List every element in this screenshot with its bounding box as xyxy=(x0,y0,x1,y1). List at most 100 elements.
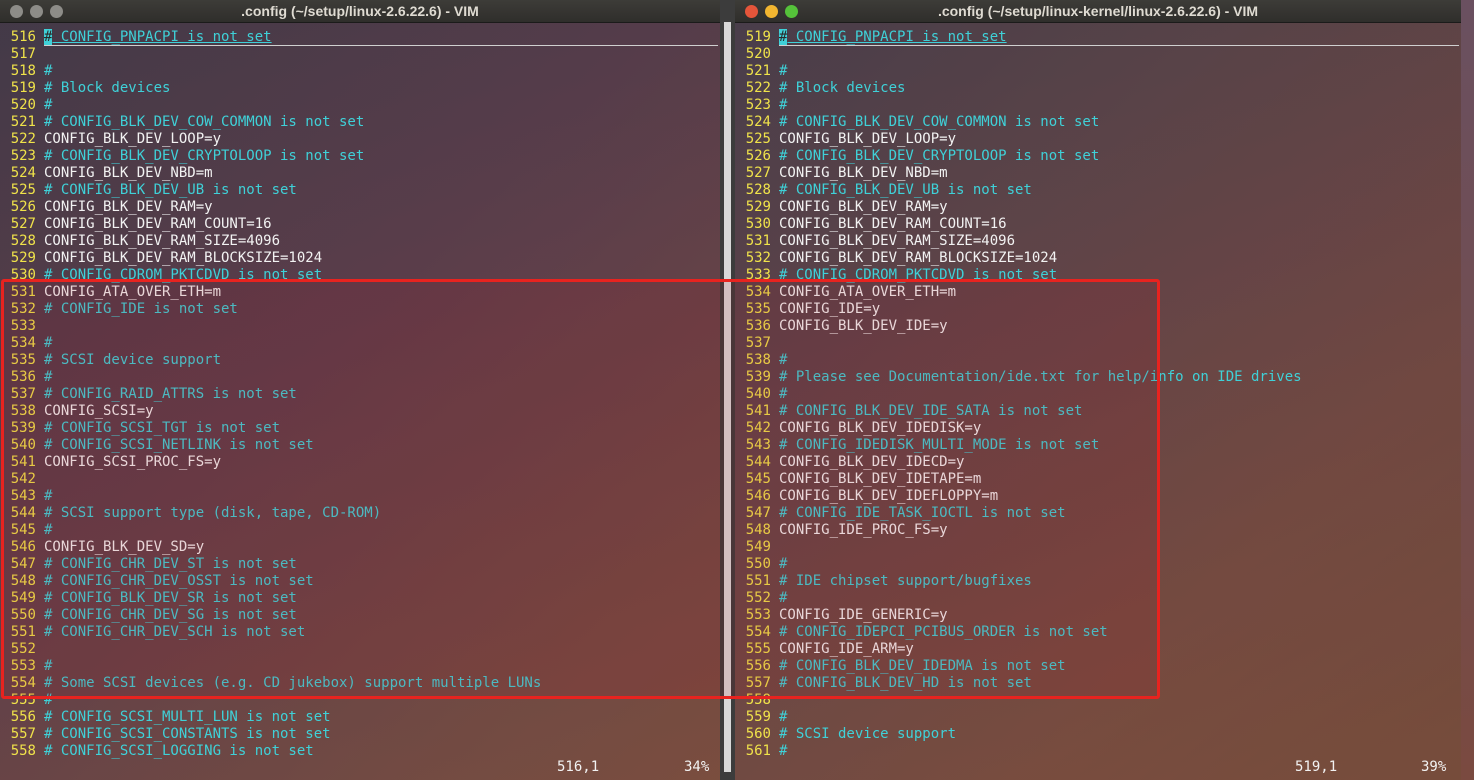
code-line[interactable]: 524 CONFIG_BLK_DEV_NBD=m xyxy=(0,165,720,182)
current-line[interactable]: 519 # CONFIG_PNPACPI is not set xyxy=(735,29,1461,46)
config-text: CONFIG_BLK_DEV_RAM_BLOCKSIZE=1024 xyxy=(779,250,1058,266)
comment-text: # CONFIG_BLK_DEV_UB is not set xyxy=(44,182,297,198)
minimize-button[interactable] xyxy=(765,5,778,18)
code-line[interactable]: 520 # xyxy=(0,97,720,114)
desktop-edge xyxy=(1461,0,1474,780)
code-line[interactable]: 560 # SCSI device support xyxy=(735,726,1461,743)
code-line[interactable]: 521 # CONFIG_BLK_DEV_COW_COMMON is not se… xyxy=(0,114,720,131)
code-line[interactable]: 523 # xyxy=(735,97,1461,114)
config-text: CONFIG_BLK_DEV_NBD=m xyxy=(44,165,213,181)
config-text: CONFIG_BLK_DEV_RAM_COUNT=16 xyxy=(779,216,1007,232)
line-number: 560 xyxy=(745,726,771,742)
comment-text: # CONFIG_SCSI_MULTI_LUN is not set xyxy=(44,709,331,725)
line-number: 519 xyxy=(745,29,771,45)
comment-text: # xyxy=(44,97,53,113)
line-number: 528 xyxy=(745,182,771,198)
code-line[interactable]: 559 # xyxy=(735,709,1461,726)
line-number: 518 xyxy=(10,63,36,79)
comment-text: CONFIG_PNPACPI is not set xyxy=(52,29,272,45)
config-text: CONFIG_BLK_DEV_RAM=y xyxy=(44,199,213,215)
config-text: CONFIG_BLK_DEV_RAM_SIZE=4096 xyxy=(779,233,1016,249)
code-line[interactable]: 519 # Block devices xyxy=(0,80,720,97)
line-number: 525 xyxy=(10,182,36,198)
line-number: 524 xyxy=(745,114,771,130)
code-line[interactable]: 528 # CONFIG_BLK_DEV_UB is not set xyxy=(735,182,1461,199)
code-line[interactable]: 558 # CONFIG_SCSI_LOGGING is not set xyxy=(0,743,720,760)
window-controls-right xyxy=(745,5,798,18)
line-number: 516 xyxy=(10,29,36,45)
line-number: 529 xyxy=(10,250,36,266)
scroll-percent: 39% xyxy=(1421,759,1447,775)
code-line[interactable]: 529 CONFIG_BLK_DEV_RAM=y xyxy=(735,199,1461,216)
title-bar-left[interactable]: .config (~/setup/linux-2.6.22.6) - VIM xyxy=(0,0,720,23)
line-number: 532 xyxy=(745,250,771,266)
code-line[interactable]: 561 # xyxy=(735,743,1461,760)
code-line[interactable]: 531 CONFIG_BLK_DEV_RAM_SIZE=4096 xyxy=(735,233,1461,250)
close-button[interactable] xyxy=(745,5,758,18)
line-number: 561 xyxy=(745,743,771,759)
window-title: .config (~/setup/linux-2.6.22.6) - VIM xyxy=(241,3,479,19)
code-line[interactable]: 557 # CONFIG_SCSI_CONSTANTS is not set xyxy=(0,726,720,743)
code-line[interactable]: 527 CONFIG_BLK_DEV_NBD=m xyxy=(735,165,1461,182)
comment-text: # CONFIG_SCSI_LOGGING is not set xyxy=(44,743,314,759)
config-text: CONFIG_BLK_DEV_RAM_SIZE=4096 xyxy=(44,233,281,249)
line-number: 524 xyxy=(10,165,36,181)
line-number: 522 xyxy=(10,131,36,147)
current-line[interactable]: 516 # CONFIG_PNPACPI is not set xyxy=(0,29,720,46)
code-line[interactable]: 528 CONFIG_BLK_DEV_RAM_SIZE=4096 xyxy=(0,233,720,250)
code-line[interactable]: 521 # xyxy=(735,63,1461,80)
code-line[interactable]: 532 CONFIG_BLK_DEV_RAM_BLOCKSIZE=1024 xyxy=(735,250,1461,267)
annotation-highlight-box xyxy=(1,279,1160,699)
maximize-button[interactable] xyxy=(50,5,63,18)
config-text: CONFIG_BLK_DEV_LOOP=y xyxy=(779,131,957,147)
line-number: 529 xyxy=(745,199,771,215)
line-number: 527 xyxy=(10,216,36,232)
line-number: 558 xyxy=(10,743,36,759)
config-text: CONFIG_BLK_DEV_RAM_COUNT=16 xyxy=(44,216,272,232)
line-number: 557 xyxy=(10,726,36,742)
code-line[interactable]: 523 # CONFIG_BLK_DEV_CRYPTOLOOP is not se… xyxy=(0,148,720,165)
code-line[interactable]: 527 CONFIG_BLK_DEV_RAM_COUNT=16 xyxy=(0,216,720,233)
code-line[interactable]: 525 # CONFIG_BLK_DEV_UB is not set xyxy=(0,182,720,199)
code-line[interactable]: 518 # xyxy=(0,63,720,80)
line-number: 525 xyxy=(745,131,771,147)
line-number: 527 xyxy=(745,165,771,181)
close-button[interactable] xyxy=(10,5,23,18)
line-number: 520 xyxy=(10,97,36,113)
title-bar-right[interactable]: .config (~/setup/linux-kernel/linux-2.6.… xyxy=(735,0,1461,23)
code-line[interactable]: 525 CONFIG_BLK_DEV_LOOP=y xyxy=(735,131,1461,148)
line-number: 531 xyxy=(745,233,771,249)
code-line[interactable]: 526 CONFIG_BLK_DEV_RAM=y xyxy=(0,199,720,216)
line-number: 522 xyxy=(745,80,771,96)
code-line[interactable]: 522 # Block devices xyxy=(735,80,1461,97)
line-number: 526 xyxy=(10,199,36,215)
line-number: 523 xyxy=(10,148,36,164)
window-title: .config (~/setup/linux-kernel/linux-2.6.… xyxy=(937,3,1259,19)
line-number: 520 xyxy=(745,46,771,62)
comment-text: # xyxy=(44,63,53,79)
maximize-button[interactable] xyxy=(785,5,798,18)
minimize-button[interactable] xyxy=(30,5,43,18)
line-number: 528 xyxy=(10,233,36,249)
code-line[interactable]: 530 CONFIG_BLK_DEV_RAM_COUNT=16 xyxy=(735,216,1461,233)
comment-text: # CONFIG_BLK_DEV_CRYPTOLOOP is not set xyxy=(779,148,1100,164)
comment-text: # xyxy=(779,97,788,113)
code-line[interactable]: 556 # CONFIG_SCSI_MULTI_LUN is not set xyxy=(0,709,720,726)
comment-text: # Block devices xyxy=(779,80,906,96)
comment-text: # CONFIG_BLK_DEV_COW_COMMON is not set xyxy=(779,114,1100,130)
code-line[interactable]: 520 xyxy=(735,46,1461,63)
code-line[interactable]: 529 CONFIG_BLK_DEV_RAM_BLOCKSIZE=1024 xyxy=(0,250,720,267)
scroll-percent: 34% xyxy=(684,759,710,775)
line-number: 526 xyxy=(745,148,771,164)
cursor-position: 519,1 xyxy=(1295,759,1338,775)
comment-text: # SCSI device support xyxy=(779,726,957,742)
code-line[interactable]: 517 xyxy=(0,46,720,63)
cursor-position: 516,1 xyxy=(557,759,600,775)
line-number: 519 xyxy=(10,80,36,96)
config-text: CONFIG_BLK_DEV_NBD=m xyxy=(779,165,948,181)
config-text: CONFIG_BLK_DEV_RAM_BLOCKSIZE=1024 xyxy=(44,250,323,266)
comment-text: # xyxy=(779,63,788,79)
code-line[interactable]: 522 CONFIG_BLK_DEV_LOOP=y xyxy=(0,131,720,148)
code-line[interactable]: 526 # CONFIG_BLK_DEV_CRYPTOLOOP is not se… xyxy=(735,148,1461,165)
code-line[interactable]: 524 # CONFIG_BLK_DEV_COW_COMMON is not se… xyxy=(735,114,1461,131)
